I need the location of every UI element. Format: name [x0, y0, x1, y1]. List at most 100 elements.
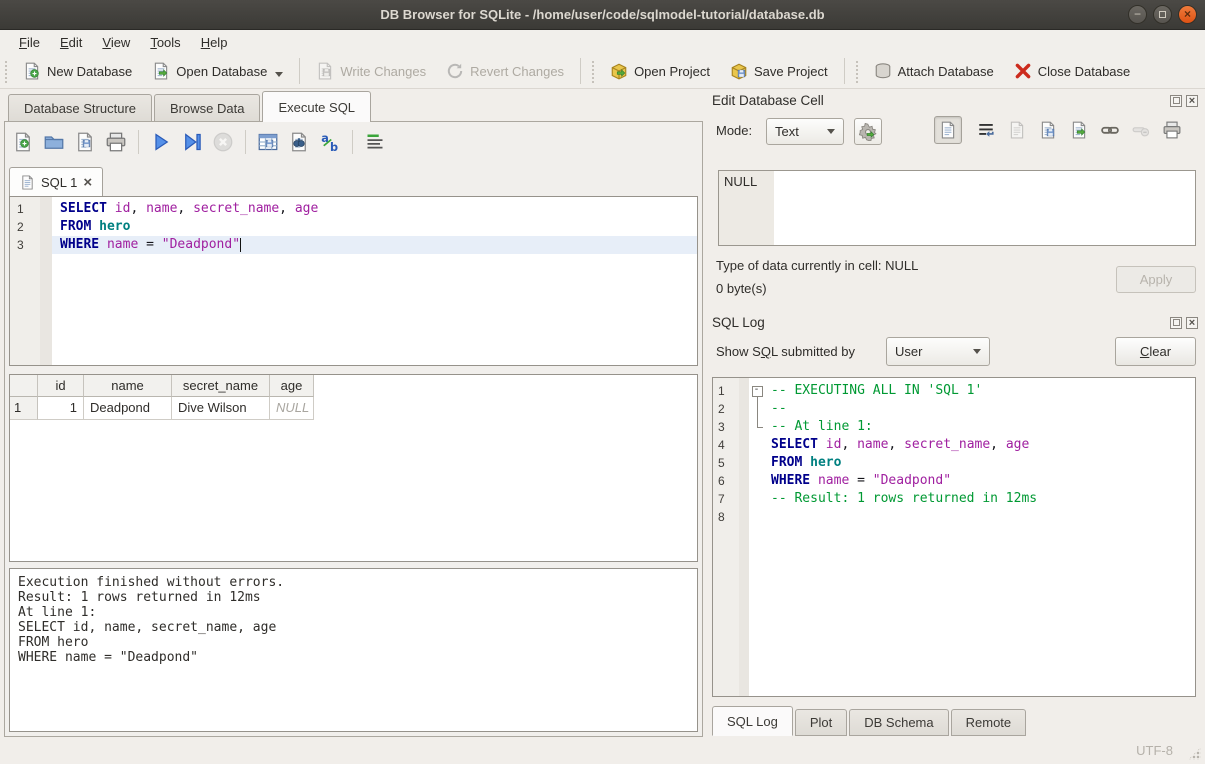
save-sql-file-icon[interactable]: [75, 132, 95, 152]
revert-changes-button[interactable]: Revert Changes: [436, 58, 574, 84]
minimize-button[interactable]: −: [1128, 5, 1147, 24]
maximize-icon: [1159, 11, 1166, 18]
print-sql-icon[interactable]: [106, 132, 126, 152]
column-header[interactable]: id: [38, 375, 84, 397]
word-wrap-icon[interactable]: [977, 121, 995, 139]
cell-type-text: Type of data currently in cell: NULL: [716, 258, 918, 273]
tab-browse-data[interactable]: Browse Data: [154, 94, 260, 122]
sql-log-title-bar: SQL Log: [710, 312, 1202, 333]
save-project-icon: [730, 62, 748, 80]
print-cell-icon[interactable]: [1163, 121, 1181, 139]
sql-editor[interactable]: 1SELECT id, name, secret_name, age2FROM …: [9, 196, 698, 366]
title-bar[interactable]: DB Browser for SQLite - /home/user/code/…: [0, 0, 1205, 30]
table-cell[interactable]: 1: [38, 397, 84, 420]
clear-log-button[interactable]: Clear: [1115, 337, 1196, 366]
code-line: 7-- Result: 1 rows returned in 12ms: [713, 490, 1195, 508]
toolbar-drag-handle[interactable]: [590, 59, 597, 83]
column-header[interactable]: name: [84, 375, 172, 397]
window-title: DB Browser for SQLite - /home/user/code/…: [380, 7, 824, 22]
table-cell[interactable]: Deadpond: [84, 397, 172, 420]
menu-view[interactable]: View: [93, 33, 139, 52]
stop-execution-icon[interactable]: [213, 132, 233, 152]
sql-toolbar: [13, 130, 385, 154]
line-number: 2: [10, 218, 40, 236]
menu-tools[interactable]: Tools: [141, 33, 189, 52]
code-line: 2FROM hero: [10, 218, 697, 236]
attach-database-button[interactable]: Attach Database: [864, 58, 1004, 84]
text-mode-toggle[interactable]: [934, 116, 962, 144]
maximize-button[interactable]: [1153, 5, 1172, 24]
save-data-icon[interactable]: [1039, 121, 1057, 139]
mode-select[interactable]: Text: [766, 118, 844, 145]
sql-tab-close-icon[interactable]: ×: [83, 175, 92, 190]
open-database-dropdown-icon[interactable]: [275, 72, 283, 77]
log-filter-select[interactable]: User: [886, 337, 990, 366]
import-data-icon[interactable]: [1008, 121, 1026, 139]
sql-editor-tab[interactable]: SQL 1 ×: [9, 167, 103, 197]
open-sql-file-icon[interactable]: [44, 132, 64, 152]
table-corner[interactable]: [10, 375, 38, 397]
cell-value-editor[interactable]: NULL: [718, 170, 1196, 246]
fold-marker-icon[interactable]: [749, 382, 765, 400]
tab-db-schema[interactable]: DB Schema: [849, 709, 948, 736]
close-database-icon: [1014, 62, 1032, 80]
close-database-button[interactable]: Close Database: [1004, 58, 1141, 84]
open-database-button[interactable]: Open Database: [142, 58, 293, 84]
row-header[interactable]: 1: [10, 397, 38, 420]
chevron-down-icon: [827, 129, 835, 134]
save-project-button[interactable]: Save Project: [720, 58, 838, 84]
format-sql-icon[interactable]: [365, 132, 385, 152]
column-header[interactable]: age: [270, 375, 314, 397]
export-results-icon[interactable]: [258, 132, 278, 152]
sql-editor-tab-label: SQL 1: [41, 175, 77, 190]
code-text: [765, 508, 1195, 526]
close-button[interactable]: ×: [1178, 5, 1197, 24]
execute-all-icon[interactable]: [151, 132, 171, 152]
line-number: 2: [713, 400, 739, 418]
menu-help[interactable]: Help: [192, 33, 237, 52]
tab-plot[interactable]: Plot: [795, 709, 847, 736]
menu-file[interactable]: File: [10, 33, 49, 52]
gutter-margin: [739, 454, 749, 472]
open-in-external-icon[interactable]: [1101, 121, 1119, 139]
edit-cell-float-icon[interactable]: [1170, 95, 1182, 107]
tab-remote[interactable]: Remote: [951, 709, 1027, 736]
column-header[interactable]: secret_name: [172, 375, 270, 397]
sql-log-close-icon[interactable]: [1186, 317, 1198, 329]
write-changes-button[interactable]: Write Changes: [306, 58, 436, 84]
find-replace-icon[interactable]: [320, 132, 340, 152]
tab-database-structure[interactable]: Database Structure: [8, 94, 152, 122]
find-icon[interactable]: [289, 132, 309, 152]
line-number: 4: [713, 436, 739, 454]
code-line: 5FROM hero: [713, 454, 1195, 472]
toolbar-drag-handle[interactable]: [3, 59, 10, 83]
gutter-margin: [40, 236, 52, 254]
menu-edit[interactable]: Edit: [51, 33, 91, 52]
apply-button[interactable]: Apply: [1116, 266, 1196, 293]
cell-value: NULL: [719, 171, 774, 245]
code-text: WHERE name = "Deadpond": [765, 472, 1195, 490]
tab-sql-log[interactable]: SQL Log: [712, 706, 793, 736]
sql-document-icon: [20, 175, 35, 190]
execute-current-line-icon[interactable]: [182, 132, 202, 152]
code-text: WHERE name = "Deadpond": [52, 236, 697, 254]
edit-cell-close-icon[interactable]: [1186, 95, 1198, 107]
export-data-icon[interactable]: [1070, 121, 1088, 139]
sql-log-float-icon[interactable]: [1170, 317, 1182, 329]
new-database-button[interactable]: New Database: [13, 58, 142, 84]
table-cell[interactable]: NULL: [270, 397, 314, 420]
code-line: 4SELECT id, name, secret_name, age: [713, 436, 1195, 454]
fold-margin: [749, 508, 765, 526]
open-project-button[interactable]: Open Project: [600, 58, 720, 84]
sql-log-title: SQL Log: [712, 315, 1170, 330]
set-null-icon[interactable]: [1132, 121, 1150, 139]
new-sql-tab-icon[interactable]: [13, 132, 33, 152]
resize-grip[interactable]: [1188, 747, 1201, 760]
code-text: --: [765, 400, 1195, 418]
gutter-margin: [40, 218, 52, 236]
tab-execute-sql[interactable]: Execute SQL: [262, 91, 371, 122]
table-cell[interactable]: Dive Wilson: [172, 397, 270, 420]
sql-log-view: 1-- EXECUTING ALL IN 'SQL 1'2--3-- At li…: [712, 377, 1196, 697]
toolbar-drag-handle[interactable]: [854, 59, 861, 83]
auto-apply-button[interactable]: [854, 118, 882, 145]
